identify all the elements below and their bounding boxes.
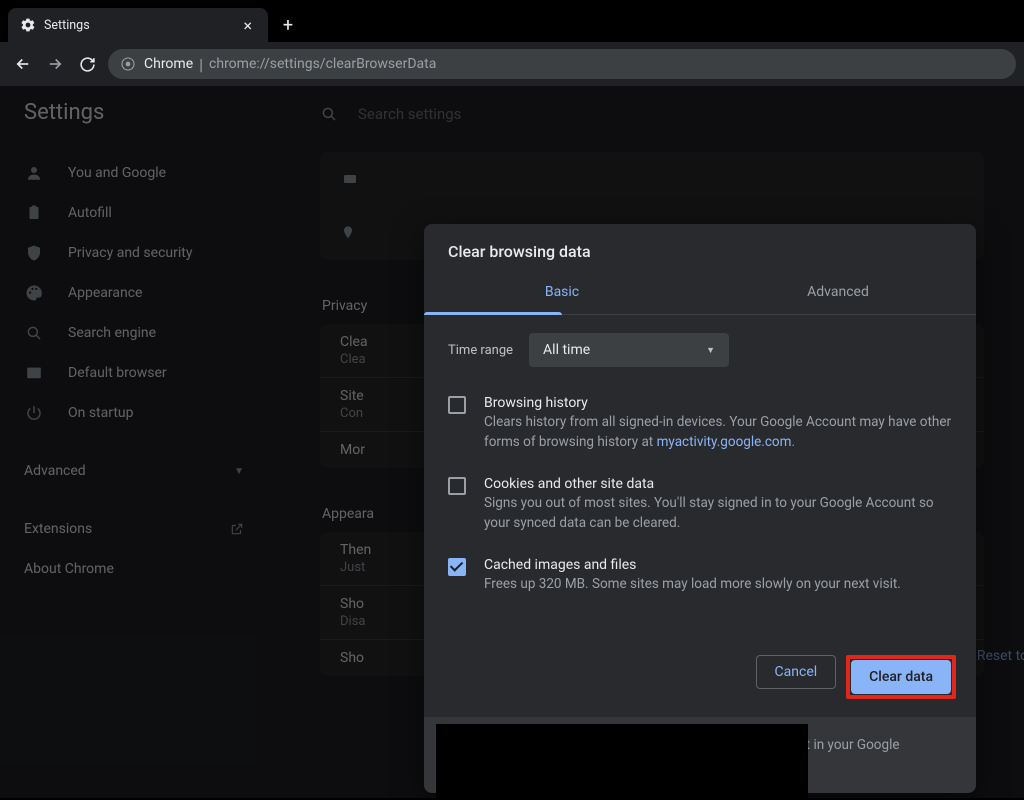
- sidebar-item-label: Appearance: [68, 285, 142, 301]
- sidebar-item-label: You and Google: [68, 165, 166, 181]
- settings-sidebar: Settings You and Google Autofill Privacy…: [0, 86, 280, 798]
- card-icon: [340, 171, 360, 187]
- time-range-label: Time range: [448, 343, 513, 358]
- sidebar-about[interactable]: About Chrome: [0, 549, 280, 589]
- browser-icon: [24, 363, 44, 383]
- palette-icon: [24, 283, 44, 303]
- sidebar-item-on-startup[interactable]: On startup: [0, 393, 280, 433]
- option-browsing-history[interactable]: Browsing history Clears history from all…: [448, 385, 952, 466]
- sidebar-item-appearance[interactable]: Appearance: [0, 273, 280, 313]
- sidebar-item-default-browser[interactable]: Default browser: [0, 353, 280, 393]
- settings-page: Settings You and Google Autofill Privacy…: [0, 86, 1024, 798]
- tab-basic[interactable]: Basic: [424, 269, 700, 314]
- search-icon: [320, 105, 338, 123]
- sidebar-item-label: Autofill: [68, 205, 112, 221]
- checkbox[interactable]: [448, 558, 466, 576]
- sidebar-item-label: Extensions: [24, 521, 92, 537]
- chrome-icon: [120, 56, 136, 72]
- search-input[interactable]: [358, 105, 658, 123]
- url-host: Chrome: [144, 56, 193, 72]
- forward-button[interactable]: [40, 49, 70, 79]
- clipboard-icon: [24, 203, 44, 223]
- sidebar-item-label: On startup: [68, 405, 134, 421]
- browser-toolbar: Chrome | chrome://settings/clearBrowserD…: [0, 42, 1024, 86]
- power-icon: [24, 403, 44, 423]
- option-title: Cookies and other site data: [484, 476, 952, 492]
- tab-strip: Settings × +: [0, 0, 1024, 42]
- reload-button[interactable]: [72, 49, 102, 79]
- sidebar-item-label: Privacy and security: [68, 245, 192, 261]
- open-external-icon: [230, 522, 244, 536]
- pin-icon: [340, 223, 360, 243]
- sidebar-item-privacy[interactable]: Privacy and security: [0, 233, 280, 273]
- page-title: Settings: [0, 100, 280, 125]
- sidebar-advanced[interactable]: Advanced ▼: [0, 451, 280, 491]
- sidebar-item-label: Search engine: [68, 325, 156, 341]
- option-description: Signs you out of most sites. You'll stay…: [484, 494, 952, 533]
- chevron-down-icon: ▼: [234, 466, 244, 477]
- shield-icon: [24, 243, 44, 263]
- myactivity-link[interactable]: myactivity.google.com: [657, 434, 792, 450]
- option-description: Clears history from all signed-in device…: [484, 413, 952, 452]
- cancel-button[interactable]: Cancel: [756, 655, 837, 689]
- url-path: chrome://settings/clearBrowserData: [209, 56, 436, 72]
- gear-icon: [20, 17, 36, 33]
- tab-title: Settings: [44, 18, 239, 33]
- back-button[interactable]: [8, 49, 38, 79]
- sidebar-item-you-and-google[interactable]: You and Google: [0, 153, 280, 193]
- sidebar-item-label: About Chrome: [24, 561, 114, 577]
- new-tab-button[interactable]: +: [274, 11, 302, 39]
- clear-browsing-data-dialog: Clear browsing data Basic Advanced Time …: [424, 224, 976, 793]
- option-title: Cached images and files: [484, 557, 901, 573]
- time-range-select[interactable]: All time ▼: [529, 333, 729, 367]
- option-title: Browsing history: [484, 395, 952, 411]
- close-icon[interactable]: ×: [239, 16, 256, 35]
- checkbox[interactable]: [448, 477, 466, 495]
- sidebar-extensions[interactable]: Extensions: [0, 509, 280, 549]
- dialog-tabs: Basic Advanced: [424, 269, 976, 315]
- option-cached[interactable]: Cached images and files Frees up 320 MB.…: [448, 547, 952, 609]
- sidebar-item-autofill[interactable]: Autofill: [0, 193, 280, 233]
- chevron-down-icon: ▼: [706, 345, 715, 356]
- sidebar-item-label: Default browser: [68, 365, 167, 381]
- browser-tab[interactable]: Settings ×: [8, 8, 268, 42]
- sidebar-item-search-engine[interactable]: Search engine: [0, 313, 280, 353]
- clear-data-button[interactable]: Clear data: [851, 660, 951, 694]
- redacted-region: [436, 724, 808, 800]
- address-bar[interactable]: Chrome | chrome://settings/clearBrowserD…: [108, 49, 1016, 79]
- checkbox[interactable]: [448, 396, 466, 414]
- dialog-title: Clear browsing data: [424, 224, 976, 269]
- annotation-highlight: Clear data: [846, 655, 956, 699]
- person-icon: [24, 163, 44, 183]
- time-range-value: All time: [543, 342, 590, 358]
- option-cookies[interactable]: Cookies and other site data Signs you ou…: [448, 466, 952, 547]
- reset-link[interactable]: Reset to: [977, 648, 1024, 664]
- tab-advanced[interactable]: Advanced: [700, 269, 976, 314]
- sidebar-item-label: Advanced: [24, 463, 86, 479]
- search-icon: [24, 323, 44, 343]
- list-item[interactable]: [320, 152, 984, 206]
- option-description: Frees up 320 MB. Some sites may load mor…: [484, 575, 901, 595]
